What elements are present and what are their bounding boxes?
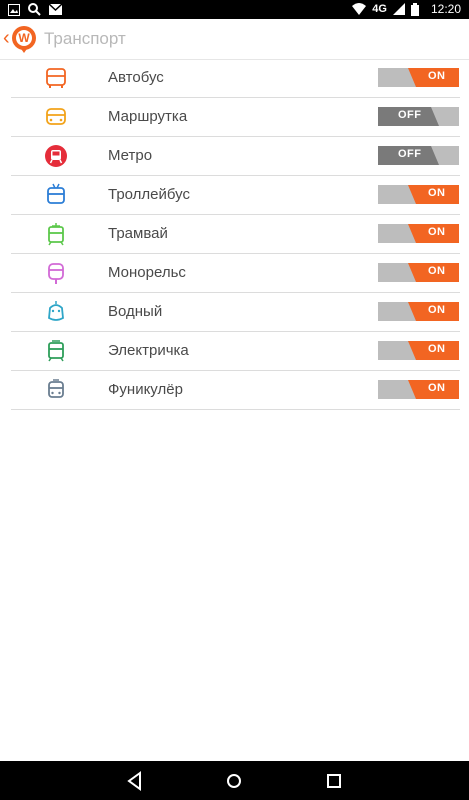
transport-toggle[interactable]: ON [378, 380, 459, 399]
transport-row: Водный ON [11, 293, 460, 332]
toggle-state-label: OFF [398, 148, 422, 160]
transport-row: Автобус ON [11, 59, 460, 98]
metro-icon [44, 144, 68, 168]
transport-label: Метро [108, 147, 153, 164]
toggle-track [378, 185, 459, 204]
battery-icon [410, 2, 419, 16]
minibus-icon [44, 105, 68, 129]
app-bar: ‹ W Транспорт [0, 19, 469, 60]
transport-label: Трамвай [108, 225, 168, 242]
toggle-state-label: ON [428, 226, 446, 238]
transport-row: Метро OFF [11, 137, 460, 176]
toggle-track [378, 380, 459, 399]
transport-label: Маршрутка [108, 108, 188, 125]
transport-list: Автобус ON Маршрутка OFF Метро OFF Троллейбус O… [11, 59, 460, 410]
bus-icon [44, 66, 68, 90]
toggle-state-label: ON [428, 382, 446, 394]
train-icon [44, 339, 68, 363]
wifi-icon [352, 3, 367, 15]
transport-toggle[interactable]: ON [378, 302, 459, 321]
toggle-track [378, 68, 459, 87]
status-bar: 4G 12:20 [0, 0, 469, 19]
back-chevron-icon[interactable]: ‹ [3, 28, 10, 48]
transport-label: Автобус [108, 69, 164, 86]
gallery-icon [8, 3, 20, 16]
transport-label: Водный [108, 303, 163, 320]
toggle-state-label: ON [428, 187, 446, 199]
logo-pin-tip [19, 46, 29, 53]
transport-row: Фуникулёр ON [11, 371, 460, 410]
tram-icon [44, 222, 68, 246]
transport-row: Монорельс ON [11, 254, 460, 293]
monorail-icon [44, 261, 68, 285]
toggle-state-label: ON [428, 304, 446, 316]
back-nav-icon[interactable] [123, 769, 147, 793]
home-nav-icon[interactable] [222, 769, 246, 793]
toggle-track [378, 302, 459, 321]
transport-label: Электричка [108, 342, 189, 359]
transport-label: Монорельс [108, 264, 186, 281]
logo-letter: W [16, 30, 32, 46]
transport-toggle[interactable]: OFF [378, 107, 459, 126]
navigation-bar [0, 761, 469, 800]
transport-row: Трамвай ON [11, 215, 460, 254]
transport-row: Маршрутка OFF [11, 98, 460, 137]
network-type: 4G [372, 3, 387, 15]
trolleybus-icon [44, 183, 68, 207]
toggle-track [378, 224, 459, 243]
transport-toggle[interactable]: ON [378, 341, 459, 360]
toggle-state-label: ON [428, 70, 446, 82]
toggle-state-label: ON [428, 265, 446, 277]
status-time: 12:20 [430, 2, 461, 16]
transport-toggle[interactable]: ON [378, 224, 459, 243]
toggle-state-label: ON [428, 343, 446, 355]
toggle-track [378, 263, 459, 282]
transport-toggle[interactable]: OFF [378, 146, 459, 165]
recents-nav-icon[interactable] [322, 769, 346, 793]
toggle-track [378, 341, 459, 360]
transport-row: Электричка ON [11, 332, 460, 371]
boat-icon [44, 300, 68, 324]
transport-label: Троллейбус [108, 186, 190, 203]
transport-toggle[interactable]: ON [378, 68, 459, 87]
transport-toggle[interactable]: ON [378, 185, 459, 204]
transport-toggle[interactable]: ON [378, 263, 459, 282]
mail-icon [49, 4, 62, 15]
page-title: Транспорт [44, 29, 126, 48]
toggle-state-label: OFF [398, 109, 422, 121]
transport-label: Фуникулёр [108, 381, 183, 398]
search-icon [28, 3, 41, 16]
funicular-icon [44, 378, 68, 402]
signal-icon [392, 3, 405, 15]
transport-row: Троллейбус ON [11, 176, 460, 215]
